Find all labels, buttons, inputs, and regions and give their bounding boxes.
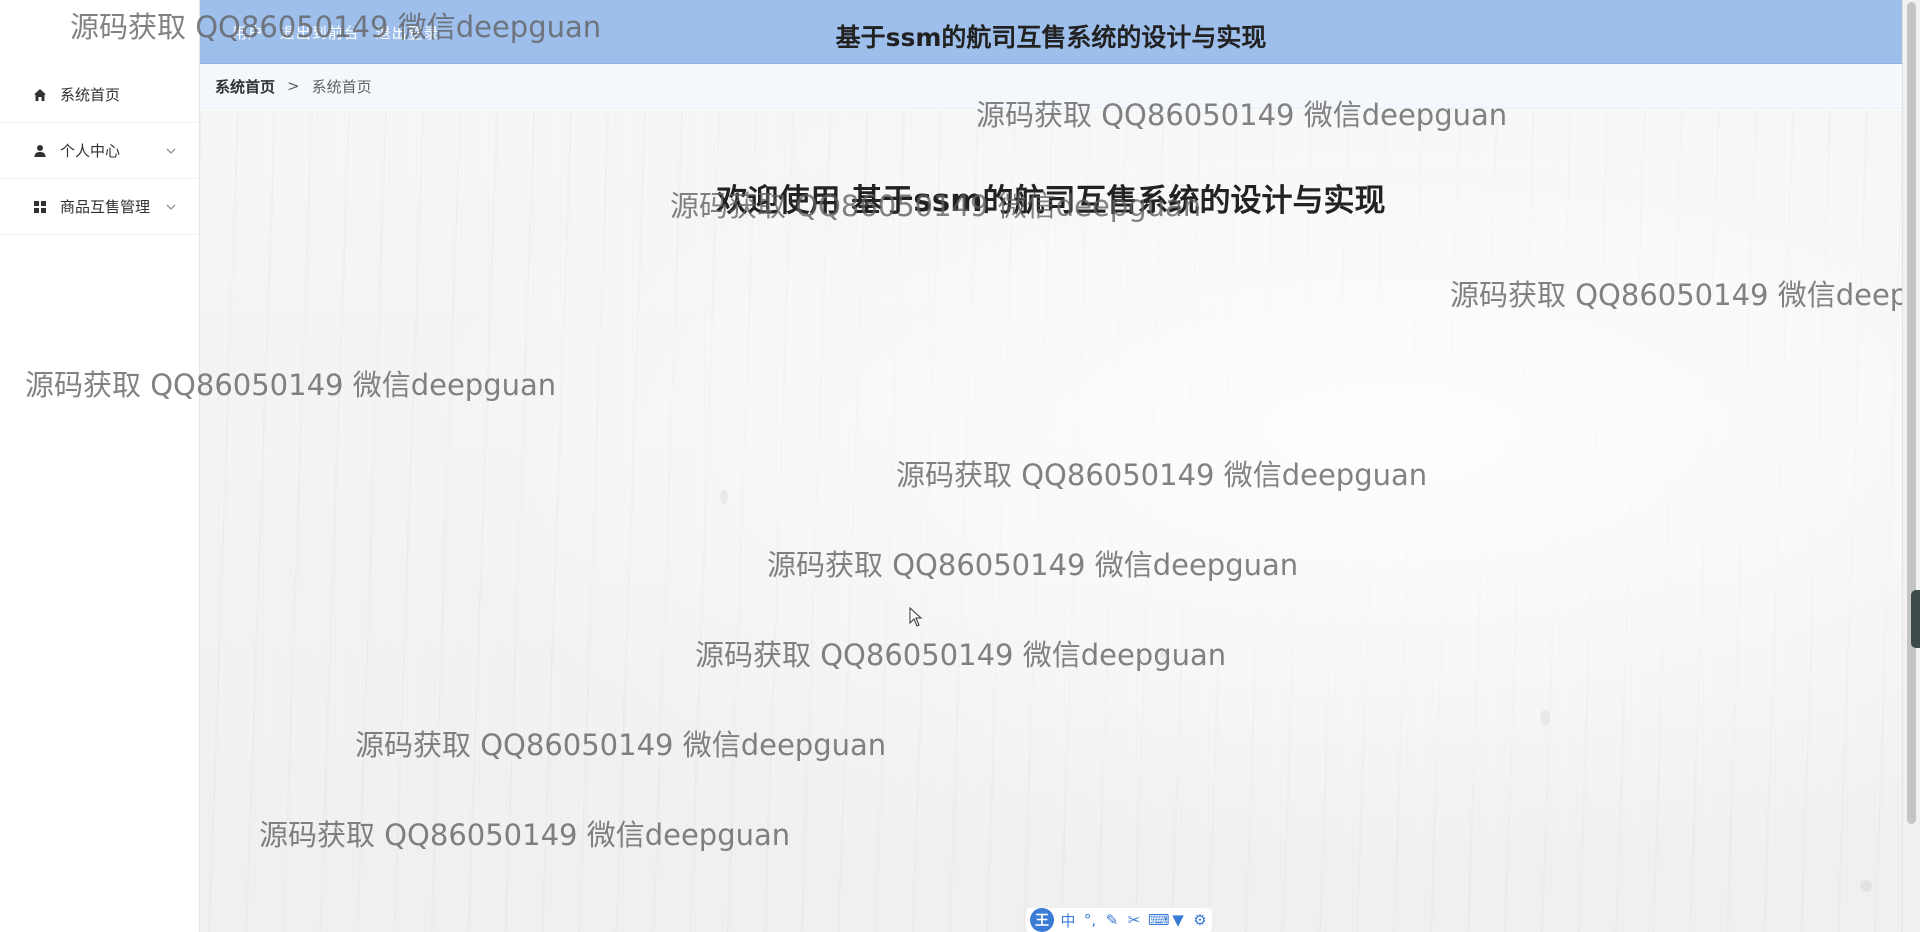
punctuation-icon[interactable]: °,	[1082, 911, 1098, 929]
sidebar-item-label: 系统首页	[60, 86, 121, 104]
pen-icon[interactable]: ✎	[1104, 911, 1120, 929]
keyboard-icon[interactable]: ⌨	[1148, 911, 1170, 929]
grid-icon	[32, 199, 48, 215]
sidebar-item-home[interactable]: 系统首页	[0, 67, 199, 123]
texture-spot	[1540, 710, 1550, 726]
sidebar-item-personal-center[interactable]: 个人中心	[0, 123, 199, 179]
shirt-icon[interactable]: ▼	[1170, 911, 1186, 929]
user-icon	[32, 143, 48, 159]
scrollbar-thumb[interactable]	[1907, 2, 1916, 824]
top-header: 用户 退出到前台 退出登录 基于ssm的航司互售系统的设计与实现	[200, 0, 1902, 64]
texture-spot	[1860, 880, 1872, 892]
welcome-heading: 欢迎使用 基于ssm的航司互售系统的设计与实现	[716, 183, 1386, 219]
breadcrumb-separator: >	[287, 77, 300, 95]
scissors-icon[interactable]: ✂	[1126, 911, 1142, 929]
texture-spot	[1160, 650, 1166, 660]
sidebar: 系统首页 个人中心 商品互售管理	[0, 0, 200, 932]
texture-spot	[720, 490, 728, 504]
sidebar-item-label: 个人中心	[60, 142, 121, 160]
home-icon	[32, 87, 48, 103]
side-widget-handle[interactable]	[1911, 590, 1920, 648]
main-content: 欢迎使用 基于ssm的航司互售系统的设计与实现	[200, 110, 1902, 932]
ime-mode-toggle[interactable]: 中	[1060, 910, 1076, 931]
sidebar-item-product-management[interactable]: 商品互售管理	[0, 179, 199, 235]
sidebar-item-label: 商品互售管理	[60, 198, 151, 216]
breadcrumb-current: 系统首页	[311, 77, 372, 96]
ime-toolbar[interactable]: 王 中 °, ✎ ✂ ⌨ ▼ ⚙	[1026, 908, 1212, 932]
settings-icon[interactable]: ⚙	[1192, 911, 1208, 929]
mouse-cursor-icon	[909, 607, 923, 627]
ime-logo-icon[interactable]: 王	[1030, 908, 1054, 932]
breadcrumb-home[interactable]: 系统首页	[215, 76, 275, 97]
chevron-down-icon	[166, 204, 176, 210]
system-title: 基于ssm的航司互售系统的设计与实现	[835, 23, 1267, 52]
sidebar-header	[0, 0, 199, 67]
breadcrumb: 系统首页 > 系统首页	[200, 64, 1902, 109]
vertical-scrollbar[interactable]	[1902, 0, 1920, 932]
chevron-down-icon	[166, 148, 176, 154]
